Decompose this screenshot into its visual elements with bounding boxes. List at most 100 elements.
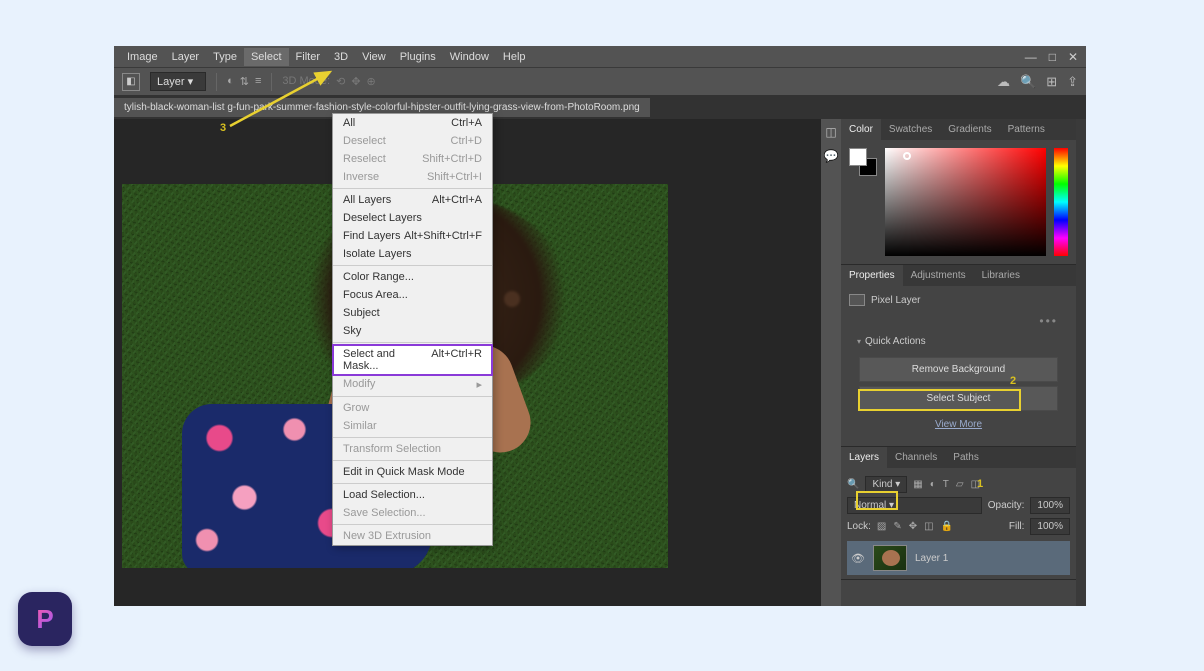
fill-input[interactable]: 100%	[1030, 518, 1070, 535]
menu-image[interactable]: Image	[120, 48, 165, 66]
lock-artboard-icon[interactable]: ◫	[924, 521, 933, 532]
mode-orbit-icon[interactable]: ⟲	[336, 75, 345, 88]
tab-gradients[interactable]: Gradients	[940, 119, 999, 140]
menu-item-all[interactable]: AllCtrl+A	[333, 114, 492, 132]
tab-paths[interactable]: Paths	[945, 447, 987, 468]
callout-2: 2	[1010, 375, 1016, 387]
menu-3d[interactable]: 3D	[327, 48, 355, 66]
blend-mode-select[interactable]: Normal ▾	[847, 497, 982, 514]
view-more-link[interactable]: View More	[849, 415, 1068, 438]
opacity-label: Opacity:	[988, 500, 1025, 511]
tab-layers[interactable]: Layers	[841, 447, 887, 468]
layer-type-label: Pixel Layer	[871, 295, 920, 306]
cloud-sync-icon[interactable]: ☁	[997, 74, 1010, 90]
menu-help[interactable]: Help	[496, 48, 533, 66]
menu-item-find-layers[interactable]: Find LayersAlt+Shift+Ctrl+F	[333, 227, 492, 245]
fill-label: Fill:	[1009, 521, 1025, 532]
tab-properties[interactable]: Properties	[841, 265, 903, 286]
tool-preset-icon[interactable]: ◧	[122, 73, 140, 91]
menu-item-modify: Modify▸	[333, 375, 492, 394]
mode-pan-icon[interactable]: ✥	[351, 75, 360, 88]
opacity-input[interactable]: 100%	[1030, 497, 1070, 514]
minimize-icon[interactable]: —	[1025, 50, 1037, 64]
lock-paint-icon[interactable]: ✎	[893, 521, 901, 532]
comments-icon[interactable]: 💬	[824, 149, 839, 163]
layer-thumbnail[interactable]	[873, 545, 907, 571]
brand-logo: P	[18, 592, 72, 646]
menu-type[interactable]: Type	[206, 48, 244, 66]
distribute-icon[interactable]: ≡	[255, 75, 261, 88]
search-icon[interactable]: 🔍	[1020, 74, 1036, 90]
menu-item-new-3d-extrusion: New 3D Extrusion	[333, 527, 492, 545]
options-bar: ◧ Layer ▾ ◐ ⇅ ≡ 3D Mode: ⟲ ✥ ⊕ ☁ 🔍 ⊞ ⇪	[114, 67, 1086, 95]
align-icon[interactable]: ⇅	[240, 75, 249, 88]
tab-adjustments[interactable]: Adjustments	[903, 265, 974, 286]
filter-pixel-icon[interactable]: ▦	[913, 479, 922, 490]
menu-item-subject[interactable]: Subject	[333, 304, 492, 322]
mode-dolly-icon[interactable]: ⊕	[367, 75, 376, 88]
menu-item-grow: Grow	[333, 399, 492, 417]
workspace-icon[interactable]: ⊞	[1046, 74, 1057, 90]
menu-item-select-and-mask[interactable]: Select and Mask...Alt+Ctrl+R	[333, 345, 492, 375]
share-icon[interactable]: ⇪	[1067, 74, 1078, 90]
maximize-icon[interactable]: □	[1049, 50, 1056, 64]
menu-item-sky[interactable]: Sky	[333, 322, 492, 340]
app-window: Image Layer Type Select Filter 3D View P…	[114, 46, 1086, 606]
menu-select[interactable]: Select	[244, 48, 289, 66]
select-subject-button[interactable]: Select Subject	[859, 386, 1058, 411]
sample-layers-select[interactable]: Layer ▾	[150, 72, 206, 91]
remove-background-button[interactable]: Remove Background	[859, 357, 1058, 382]
menu-item-load-selection[interactable]: Load Selection...	[333, 486, 492, 504]
layer-name[interactable]: Layer 1	[915, 553, 948, 564]
menu-item-similar: Similar	[333, 417, 492, 435]
filter-shape-icon[interactable]: ▱	[956, 479, 964, 490]
visibility-toggle-icon[interactable]: 👁	[851, 552, 865, 565]
callout-3: 3	[220, 122, 226, 134]
layer-row[interactable]: 👁 Layer 1	[847, 541, 1070, 575]
close-icon[interactable]: ✕	[1068, 50, 1078, 64]
tab-libraries[interactable]: Libraries	[974, 265, 1028, 286]
filter-kind-select[interactable]: Kind ▾	[865, 476, 907, 493]
menu-item-deselect-layers[interactable]: Deselect Layers	[333, 209, 492, 227]
menu-item-isolate-layers[interactable]: Isolate Layers	[333, 245, 492, 263]
quick-actions-header[interactable]: Quick Actions	[849, 330, 1068, 353]
fg-bg-swatch[interactable]	[849, 148, 877, 176]
menu-item-edit-in-quick-mask-mode[interactable]: Edit in Quick Mask Mode	[333, 463, 492, 481]
menu-item-focus-area[interactable]: Focus Area...	[333, 286, 492, 304]
lock-trans-icon[interactable]: ▨	[877, 521, 886, 532]
layers-panel: Layers Channels Paths 🔍 Kind ▾ ▦ ◐ T ▱ ◫	[841, 447, 1076, 580]
tab-channels[interactable]: Channels	[887, 447, 945, 468]
menu-item-all-layers[interactable]: All LayersAlt+Ctrl+A	[333, 191, 492, 209]
tab-swatches[interactable]: Swatches	[881, 119, 940, 140]
filter-type-icon[interactable]: T	[943, 479, 949, 490]
collapsed-panel-strip: ◫ 💬	[821, 119, 841, 606]
history-icon[interactable]: ◫	[825, 125, 836, 139]
panel-scrollbar[interactable]	[1076, 119, 1086, 606]
menu-window[interactable]: Window	[443, 48, 496, 66]
hue-slider[interactable]	[1054, 148, 1068, 256]
menu-item-save-selection: Save Selection...	[333, 504, 492, 522]
properties-panel: Properties Adjustments Libraries Pixel L…	[841, 265, 1076, 447]
menu-item-color-range[interactable]: Color Range...	[333, 268, 492, 286]
tab-patterns[interactable]: Patterns	[1000, 119, 1053, 140]
lock-label: Lock:	[847, 521, 871, 532]
panel-column: Color Swatches Gradients Patterns Proper…	[841, 119, 1076, 606]
sample-icon[interactable]: ◐	[227, 75, 234, 88]
menu-layer[interactable]: Layer	[165, 48, 207, 66]
menu-item-inverse: InverseShift+Ctrl+I	[333, 168, 492, 186]
callout-1: 1	[977, 478, 983, 490]
lock-all-icon[interactable]: 🔒	[941, 521, 953, 532]
mode-label: 3D Mode:	[282, 75, 330, 88]
menu-plugins[interactable]: Plugins	[393, 48, 443, 66]
color-field[interactable]	[885, 148, 1046, 256]
lock-pos-icon[interactable]: ✥	[909, 521, 917, 532]
menu-view[interactable]: View	[355, 48, 393, 66]
menu-item-transform-selection: Transform Selection	[333, 440, 492, 458]
menu-bar: Image Layer Type Select Filter 3D View P…	[114, 46, 1086, 67]
document-tab-bar: tylish-black-woman-list g-fun-park-summe…	[114, 95, 1086, 119]
menu-filter[interactable]: Filter	[289, 48, 327, 66]
color-panel: Color Swatches Gradients Patterns	[841, 119, 1076, 265]
tab-color[interactable]: Color	[841, 119, 881, 140]
filter-adjust-icon[interactable]: ◐	[930, 479, 936, 490]
select-menu-dropdown: AllCtrl+ADeselectCtrl+DReselectShift+Ctr…	[332, 113, 493, 546]
